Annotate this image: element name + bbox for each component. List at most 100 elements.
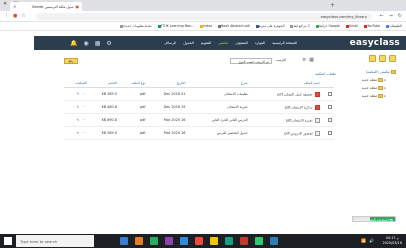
settings-icon[interactable]: ⚙	[106, 40, 111, 47]
user-icon[interactable]: ◉	[83, 40, 88, 47]
windows-start-icon[interactable]	[4, 237, 12, 245]
url-input[interactable]: easyclass.com/my_library	[36, 13, 372, 20]
expand-icon[interactable]: ▸	[384, 78, 386, 82]
bookmark-item[interactable]: index	[199, 24, 212, 28]
folder-icon	[378, 78, 384, 82]
bookmark-item[interactable]: FTUK Learning Man...	[157, 24, 194, 28]
row-checkbox[interactable]	[328, 117, 332, 122]
site-logo[interactable]: easyclass	[350, 38, 400, 48]
notifications-icon[interactable]: 🔔	[70, 40, 77, 47]
tree-toolbar	[369, 55, 396, 62]
file-name-cell[interactable]: تجربة الامتحان.pdf	[249, 113, 322, 127]
tree-folder[interactable]: ▸مجلد جديد	[352, 78, 386, 82]
nav-item-schedule[interactable]: الجدول	[183, 41, 194, 45]
new-tab-button[interactable]: +	[330, 2, 335, 9]
sort-label: الترتيب	[276, 58, 287, 62]
bookmark-item[interactable]: YouTube	[363, 24, 380, 28]
nav-item-resources[interactable]: الموارد	[255, 41, 265, 45]
grid-icon[interactable]: ▦	[95, 40, 101, 47]
nav-item-home[interactable]: الصفحة الرئيسية	[272, 41, 297, 45]
table-header-row: اسم الملف شرح التاريخ نوع الملف الحجم ال…	[64, 78, 334, 88]
network-icon[interactable]: 📶	[361, 238, 366, 243]
table-row[interactable]: مذكرة الامتحان.pdf تجربة الامتحان Dec 20…	[64, 100, 334, 114]
rename-folder-button[interactable]	[379, 55, 386, 62]
taskbar-app-icon[interactable]	[225, 237, 233, 245]
bookmark-item[interactable]: خرائط Google	[315, 24, 340, 28]
folder-icon	[378, 86, 384, 90]
tab-strip: ✕ ☐ – + ● سول ملکة الترسيس Seedle ×	[0, 0, 406, 11]
volume-icon[interactable]: 🔊	[369, 238, 374, 243]
nav-item-messages[interactable]: الرسائل	[164, 41, 176, 45]
taskbar-app-icon[interactable]	[150, 237, 158, 245]
row-actions[interactable]: ⋯ ✎	[64, 126, 89, 140]
windows-taskbar: Type here to search 📶 🔊 04:17 م 2020/03/…	[0, 234, 406, 248]
file-name-cell[interactable]: صحيفة عمل التصلب.pdf	[249, 87, 322, 101]
taskbar-app-icon[interactable]	[165, 237, 173, 245]
row-checkbox[interactable]	[328, 91, 332, 96]
file-name-cell[interactable]: مذكرة الامتحان.pdf	[249, 100, 322, 114]
table-row[interactable]: لحضور الدروس.pdf جدول التحضير للدرس Mar …	[64, 126, 334, 140]
list-view-icon[interactable]: ≡	[302, 57, 306, 63]
bookmark-item[interactable]: مراجع لغة C	[289, 24, 310, 28]
expand-icon[interactable]: ▸	[384, 94, 386, 98]
taskbar-search-input[interactable]: Type here to search	[16, 235, 94, 247]
taskbar-app-icon[interactable]	[135, 237, 143, 245]
back-icon[interactable]: ←	[379, 13, 383, 19]
sort-select[interactable]: تم الترتيب حسب النوع	[230, 58, 272, 64]
reload-icon[interactable]: ↻	[398, 13, 402, 19]
table-row[interactable]: صحيفة عمل التصلب.pdf تعليمات الامتحان De…	[64, 87, 334, 101]
nav-item-classes[interactable]: الصفوف	[235, 41, 248, 45]
bookmark-item[interactable]: التطبيقات	[385, 24, 402, 28]
nav-item-library[interactable]: مكتبتي	[218, 41, 228, 45]
column-header[interactable]: شرح	[187, 78, 250, 88]
bookmark-item[interactable]: Gmail	[345, 24, 358, 28]
column-header[interactable]: نوع الملف	[118, 78, 148, 88]
bookmark-item[interactable]: الجوهرة على مدونة	[255, 24, 284, 28]
upload-button[interactable]: رفع	[64, 58, 78, 64]
file-name-cell[interactable]: لحضور الدروس.pdf	[249, 126, 322, 140]
tab-close-icon[interactable]: ×	[13, 4, 16, 9]
delete-folder-button[interactable]	[389, 55, 396, 62]
table-row[interactable]: تجربة الامتحان.pdf الدرس الثاني الجزء ال…	[64, 113, 334, 127]
column-header[interactable]: اسم الملف	[249, 78, 322, 88]
browser-tab[interactable]: ● سول ملکة الترسيس Seedle ×	[10, 2, 82, 11]
grid-view-icon[interactable]: ▦	[309, 57, 314, 63]
star-icon[interactable]: ☆	[21, 13, 25, 19]
row-checkbox[interactable]	[328, 130, 332, 135]
profile-icon[interactable]: ●	[13, 13, 17, 19]
taskbar-app-icon[interactable]	[270, 237, 278, 245]
nav-item-calendar[interactable]: التقويم	[201, 41, 211, 45]
storage-usage-bar: استخدام المساحة 60.73 MB	[352, 216, 396, 222]
tree-folder[interactable]: ▸مجلد جديد	[352, 94, 386, 98]
bookmark-item[interactable]: تغذية معلومات جديدة	[119, 24, 152, 28]
files-table: اسم الملف شرح التاريخ نوع الملف الحجم ال…	[64, 78, 334, 140]
taskbar-app-icon[interactable]	[255, 237, 263, 245]
bookmark-item[interactable]: Book Abstract pdf	[217, 24, 250, 28]
taskbar-app-icon[interactable]	[240, 237, 248, 245]
type-cell: pdf	[118, 113, 148, 127]
taskbar-app-icon[interactable]	[210, 237, 218, 245]
taskbar-app-icon[interactable]	[120, 237, 128, 245]
tree-folder[interactable]: ▸مجلد جديد	[352, 86, 386, 90]
new-folder-button[interactable]	[369, 55, 376, 62]
forward-icon[interactable]: →	[389, 13, 393, 19]
taskbar-app-icon[interactable]	[180, 237, 188, 245]
row-actions[interactable]: ⋯ ✎	[64, 100, 89, 114]
expand-icon[interactable]: ▸	[384, 86, 386, 90]
main-nav: الصفحة الرئيسية الموارد الصفوف مكتبتي ال…	[164, 41, 297, 45]
view-toggle: ≡ ▦	[302, 57, 314, 63]
menu-icon[interactable]: ⋮	[4, 13, 9, 19]
tree-root[interactable]: مكتبتي (المكتبة)	[352, 70, 396, 74]
system-tray-icons: 📶 🔊	[361, 238, 374, 243]
section-title: ملفات المكتبة	[315, 72, 336, 76]
taskbar-app-icon[interactable]	[195, 237, 203, 245]
storage-usage-text: استخدام المساحة 60.73 MB	[355, 217, 393, 222]
column-header[interactable]: الحجم	[88, 78, 119, 88]
row-checkbox[interactable]	[328, 104, 332, 109]
row-actions[interactable]: ⋯ ✎	[64, 87, 89, 101]
system-clock[interactable]: 04:17 م 2020/03/16	[382, 236, 402, 246]
row-actions[interactable]: ⋯ ✎	[64, 113, 89, 127]
folder-tree: مكتبتي (المكتبة) ▸مجلد جديد ▸مجلد جديد ▸…	[352, 70, 396, 98]
column-header[interactable]: التاريخ	[147, 78, 188, 88]
close-window-icon[interactable]: ✕	[3, 1, 7, 7]
